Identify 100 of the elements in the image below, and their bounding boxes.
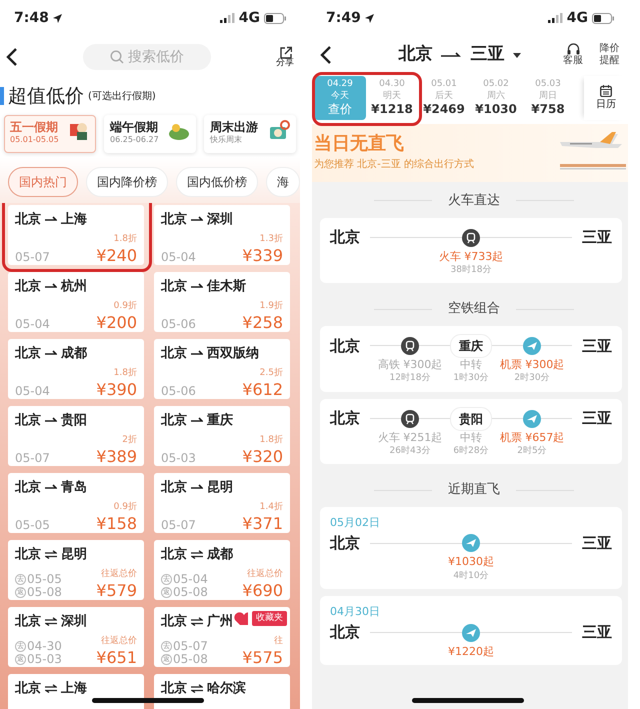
route-date: 05-04 bbox=[161, 250, 196, 264]
route-destination: 昆明 bbox=[61, 546, 87, 564]
route-card[interactable]: 北京 贵阳 三亚 火车 ¥251起 26时43分 中转 6时28分 机票 ¥657起 2时5分 bbox=[320, 398, 622, 464]
route-price: ¥389 bbox=[96, 448, 137, 466]
price-alert-button[interactable]: 降价提醒 bbox=[599, 42, 620, 68]
route-origin: 北京 bbox=[15, 680, 41, 698]
route-price: ¥579 bbox=[96, 582, 137, 600]
route-destination: 深圳 bbox=[207, 210, 233, 228]
signal-icon bbox=[220, 13, 235, 23]
flight-date: 05月02日 bbox=[330, 514, 381, 531]
route-origin: 北京 bbox=[161, 210, 187, 228]
discount-label: 1.3折 bbox=[260, 233, 283, 246]
origin-city: 北京 bbox=[398, 43, 432, 66]
holiday-tab[interactable]: 周末出游 快乐周末 bbox=[204, 114, 296, 152]
route-price: ¥690 bbox=[242, 582, 283, 600]
route-card[interactable]: 北京 西双版纳 05-06 2.5折 ¥612 bbox=[154, 338, 290, 398]
route-date: 05-06 bbox=[161, 384, 196, 398]
section-subtitle: (可选出行假期) bbox=[88, 90, 156, 104]
route-price: ¥390 bbox=[96, 380, 137, 398]
route-destination: 上海 bbox=[61, 210, 87, 228]
filter-tab[interactable]: 国内低价榜 bbox=[176, 166, 258, 196]
filter-tab[interactable]: 海 bbox=[266, 166, 300, 196]
round-trip-arrow-icon bbox=[45, 550, 57, 559]
route-price: 火车 ¥733起 bbox=[438, 250, 504, 264]
travel-duration: 12时18分 bbox=[390, 372, 430, 386]
discount-label: 1.8折 bbox=[114, 367, 137, 380]
destination-city: 三亚 bbox=[581, 622, 612, 644]
round-trip-arrow-icon bbox=[191, 684, 203, 693]
route-card[interactable]: 北京 上海 05-07 1.8折 ¥240 bbox=[8, 204, 144, 264]
service-label[interactable]: 客服 bbox=[563, 54, 583, 68]
route-card[interactable]: 北京 青岛 05-05 0.9折 ¥158 bbox=[8, 472, 144, 532]
travel-duration: 2时5分 bbox=[517, 444, 547, 458]
calendar-icon bbox=[600, 84, 612, 96]
airplane-icon bbox=[462, 624, 480, 642]
route-selector[interactable]: 北京 三亚 bbox=[398, 42, 520, 68]
route-destination: 深圳 bbox=[61, 612, 87, 630]
round-trip-arrow-icon bbox=[191, 550, 203, 559]
route-origin: 北京 bbox=[15, 546, 41, 564]
date-tab[interactable]: 05.01 后天 ¥2469 bbox=[418, 76, 470, 120]
destination-city: 三亚 bbox=[470, 43, 504, 66]
route-card[interactable]: 北京 成都 05-04 1.8折 ¥390 bbox=[8, 338, 144, 398]
transfer-label: 中转 bbox=[460, 430, 482, 445]
status-time: 7:48 bbox=[14, 8, 49, 28]
date-tab[interactable]: 05.02 周六 ¥1030 bbox=[470, 76, 522, 120]
route-date: 05-07 bbox=[15, 250, 50, 264]
origin-city: 北京 bbox=[330, 227, 361, 248]
route-card[interactable]: 北京 重庆 三亚 高铁 ¥300起 12时18分 中转 1时30分 机票 ¥300起 2时30分 bbox=[320, 326, 622, 392]
route-destination: 广州 bbox=[207, 612, 233, 630]
origin-city: 北京 bbox=[330, 622, 361, 644]
status-time: 7:49 bbox=[326, 8, 361, 28]
route-price: ¥240 bbox=[96, 246, 137, 264]
back-icon[interactable] bbox=[320, 46, 332, 64]
route-date: 05-07 bbox=[161, 518, 196, 532]
discount-label: 0.9折 bbox=[114, 300, 137, 313]
route-date: 05-07 bbox=[15, 452, 50, 466]
holiday-tab[interactable]: 端午假期 06.25-06.27 bbox=[104, 114, 196, 152]
calendar-button[interactable]: 日历 bbox=[584, 76, 628, 120]
route-card[interactable]: 北京 佳木斯 05-06 1.9折 ¥258 bbox=[154, 272, 290, 332]
share-label[interactable]: 分享 bbox=[276, 59, 294, 68]
date-tab[interactable]: 05.03 周日 ¥758 bbox=[522, 76, 574, 120]
share-icon[interactable] bbox=[278, 46, 292, 59]
favorites-badge[interactable]: 收藏夹 bbox=[252, 610, 287, 626]
banner-title: 当日无直飞 bbox=[314, 132, 405, 156]
route-origin: 北京 bbox=[15, 344, 41, 362]
route-card[interactable]: 04月30日 北京 三亚 ¥1220起 bbox=[320, 596, 622, 665]
route-date: 05-08 bbox=[27, 586, 62, 600]
back-icon[interactable] bbox=[6, 48, 18, 66]
price-label: 往返总价 bbox=[101, 568, 137, 581]
travel-duration: 26时43分 bbox=[390, 444, 430, 458]
route-price: ¥158 bbox=[96, 514, 137, 532]
holiday-title: 周末出游 bbox=[210, 120, 258, 134]
route-card[interactable]: 北京 三亚 火车 ¥733起 38时18分 bbox=[320, 218, 622, 284]
travel-duration: 38时18分 bbox=[450, 264, 492, 277]
route-card[interactable]: 北京 昆明 05-07 1.4折 ¥371 bbox=[154, 472, 290, 532]
route-date: 05-06 bbox=[161, 318, 196, 332]
route-card[interactable]: 北京 深圳 05-04 1.3折 ¥339 bbox=[154, 204, 290, 264]
route-date: 05-04 bbox=[15, 384, 50, 398]
route-origin: 北京 bbox=[161, 612, 187, 630]
route-price: ¥339 bbox=[242, 246, 283, 264]
route-card[interactable]: 北京 上海 bbox=[8, 674, 144, 709]
route-card[interactable]: 北京 杭州 05-04 0.9折 ¥200 bbox=[8, 272, 144, 332]
headset-icon[interactable] bbox=[566, 42, 580, 55]
airplane-icon bbox=[462, 534, 480, 552]
holiday-dates: 06.25-06.27 bbox=[110, 134, 159, 146]
battery-icon bbox=[264, 12, 286, 24]
discount-label: 1.9折 bbox=[260, 300, 283, 313]
route-destination: 青岛 bbox=[61, 478, 87, 496]
route-date: 05-03 bbox=[27, 652, 62, 666]
route-card[interactable]: 北京 哈尔滨 bbox=[154, 674, 290, 709]
origin-city: 北京 bbox=[330, 408, 361, 430]
location-arrow-icon bbox=[52, 14, 62, 22]
route-date: 05-07 bbox=[173, 640, 208, 653]
filter-tab[interactable]: 国内降价榜 bbox=[86, 166, 168, 196]
price-label: 往返总价 bbox=[101, 635, 137, 648]
section-marker bbox=[0, 87, 4, 106]
route-card[interactable]: 北京 贵阳 05-07 2折 ¥389 bbox=[8, 406, 144, 466]
route-card[interactable]: 05月02日 北京 三亚 ¥1030起 4时10分 bbox=[320, 506, 622, 590]
date-tab[interactable]: 04.30 明天 ¥1218 bbox=[366, 76, 418, 120]
route-card[interactable]: 北京 重庆 05-03 1.8折 ¥320 bbox=[154, 406, 290, 466]
round-trip-arrow-icon bbox=[191, 616, 203, 626]
